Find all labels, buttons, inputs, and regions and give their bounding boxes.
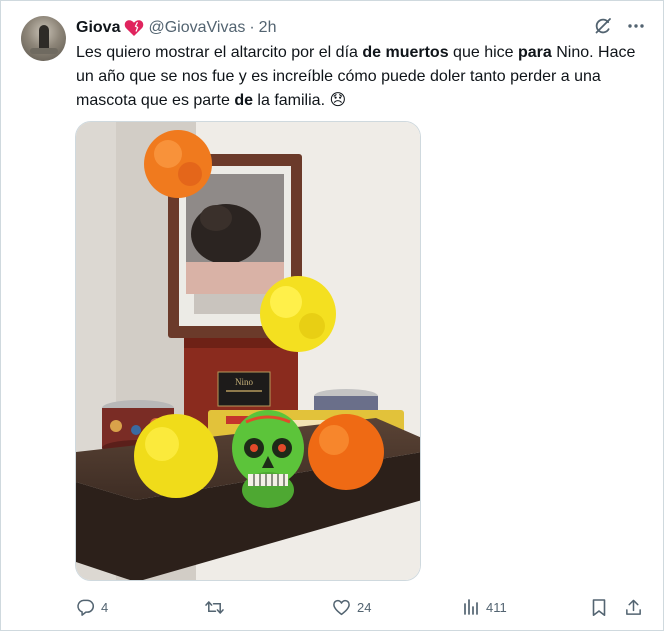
tweet-text-bold: de muertos [362, 44, 449, 61]
plaque-name: Nino [235, 377, 254, 387]
grok-icon[interactable] [593, 16, 613, 36]
altar-photo-illustration: Nino [76, 122, 420, 580]
reply-button[interactable]: 4 [76, 593, 108, 621]
separator-dot: · [249, 19, 255, 36]
like-count: 24 [357, 599, 372, 615]
tweet-photo[interactable]: Nino [75, 121, 421, 581]
tweet-text-segment: que hice [448, 44, 518, 61]
more-icon[interactable] [627, 17, 645, 35]
repost-button[interactable] [204, 593, 231, 621]
reply-count: 4 [101, 599, 109, 615]
tweet-text-segment: Les quiero mostrar el altarcito por el d… [76, 44, 363, 61]
like-icon [332, 598, 351, 617]
tweet-header: Giova @GiovaVivas · 2h [76, 18, 276, 38]
views-icon [462, 598, 480, 616]
author-handle[interactable]: @GiovaVivas [148, 18, 245, 38]
share-icon [624, 598, 643, 617]
views-button[interactable]: 411 [462, 593, 507, 621]
top-right-actions [593, 16, 645, 36]
tweet-text: Les quiero mostrar el altarcito por el d… [76, 41, 651, 113]
tweet-actions: 4 24 411 [76, 593, 648, 621]
bookmark-icon [590, 598, 608, 617]
tweet-text-bold: de [234, 92, 253, 109]
tweet-text-bold: para [518, 44, 552, 61]
tweet-timestamp[interactable]: 2h [259, 18, 277, 38]
tweet-card[interactable]: Giova @GiovaVivas · 2h Les quiero mostra [0, 0, 664, 631]
view-count: 411 [486, 599, 507, 615]
tweet-text-segment: la familia. [252, 92, 330, 109]
tweet-text-segment: 😞 [329, 92, 347, 109]
repost-icon [204, 598, 225, 617]
share-button[interactable] [624, 593, 643, 621]
author-name[interactable]: Giova [76, 18, 120, 38]
reply-icon [76, 598, 95, 617]
heart-emoji-icon [124, 19, 144, 37]
avatar[interactable] [21, 16, 66, 61]
bookmark-button[interactable] [590, 593, 608, 621]
like-button[interactable]: 24 [332, 593, 371, 621]
avatar-base [30, 48, 58, 54]
